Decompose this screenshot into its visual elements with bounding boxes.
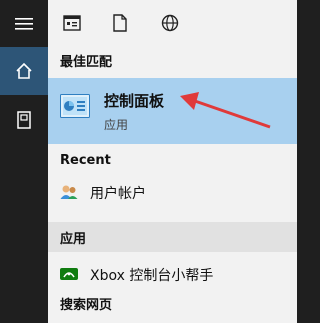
notebook-button[interactable]	[0, 96, 48, 144]
result-subtitle: 应用	[104, 118, 129, 132]
search-web-header: 搜索网页	[60, 297, 113, 313]
item-label: Xbox 控制台小帮手	[90, 268, 214, 284]
search-window: 最佳匹配 控制面板 应用 Recent 用户帐户 应用 Xbox 控制台小帮手 …	[0, 0, 297, 323]
documents-filter-button[interactable]	[105, 9, 135, 37]
home-button[interactable]	[0, 47, 48, 95]
home-icon	[16, 62, 32, 79]
web-filter-button[interactable]	[155, 9, 185, 37]
user-accounts-icon	[60, 185, 78, 199]
control-panel-icon	[60, 94, 90, 118]
result-title: 控制面板	[104, 92, 165, 110]
item-label: 用户帐户	[90, 186, 146, 202]
control-panel-result[interactable]: 控制面板 应用	[48, 78, 297, 144]
recent-header: Recent	[48, 146, 297, 174]
web-globe-icon	[161, 14, 179, 32]
notebook-icon	[17, 111, 31, 129]
document-icon	[113, 14, 127, 32]
list-item-xbox[interactable]: Xbox 控制台小帮手	[48, 256, 297, 292]
left-rail	[0, 0, 48, 323]
xbox-icon	[60, 268, 78, 280]
results-panel: 最佳匹配 控制面板 应用 Recent 用户帐户 应用 Xbox 控制台小帮手 …	[48, 46, 297, 323]
apps-header: 应用	[48, 222, 297, 252]
apps-icon	[63, 15, 81, 31]
best-match-header: 最佳匹配	[48, 46, 297, 74]
filter-bar	[48, 0, 297, 46]
apps-filter-button[interactable]	[57, 9, 87, 37]
list-item-user-accounts[interactable]: 用户帐户	[48, 174, 297, 210]
hamburger-menu-button[interactable]	[0, 0, 48, 48]
hamburger-menu-icon	[15, 18, 33, 30]
